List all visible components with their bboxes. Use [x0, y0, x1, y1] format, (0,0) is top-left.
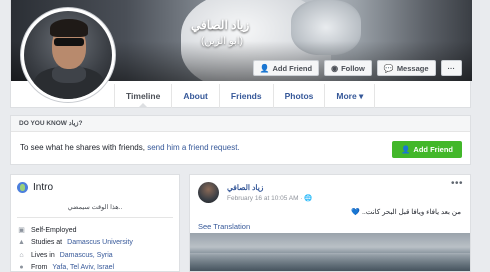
intro-item-lives: ⌂ Lives in Damascus, Syria: [17, 249, 133, 262]
do-you-know-prefix: To see what he shares with friends,: [20, 143, 148, 152]
intro-item-text: Studies at: [31, 239, 63, 247]
intro-item-link[interactable]: Damascus University: [67, 239, 133, 246]
intro-title-text: Intro: [33, 182, 54, 193]
intro-item-text: Lives in: [31, 251, 55, 259]
add-friend-icon: 👤: [259, 63, 270, 73]
more-options-button[interactable]: ···: [440, 60, 462, 76]
post-card: زياد الصافي February 16 at 10:05 AM · 🌐 …: [189, 174, 471, 272]
avatar-hair: [50, 19, 88, 37]
message-button[interactable]: 💬 Message: [376, 60, 436, 76]
post-author-avatar[interactable]: [198, 182, 219, 203]
rss-icon: ◉: [331, 63, 339, 73]
intro-bio: هذا الوقت سيمضي..: [67, 204, 123, 211]
avatar: [24, 11, 112, 99]
intro-title: Intro: [17, 182, 53, 193]
avatar-glasses: [54, 38, 84, 46]
do-you-know-card: DO YOU KNOW زياد? To see what he shares …: [10, 115, 471, 165]
profile-picture[interactable]: [20, 7, 116, 103]
add-friend-green-label: Add Friend: [413, 145, 453, 154]
profile-name[interactable]: زياد الصافي: [191, 18, 249, 32]
add-friend-label: Add Friend: [272, 63, 313, 73]
tab-timeline[interactable]: Timeline: [114, 84, 173, 108]
tab-about[interactable]: About: [172, 84, 220, 108]
add-friend-green-button[interactable]: 👤 Add Friend: [392, 141, 462, 158]
do-you-know-text: To see what he shares with friends, send…: [20, 143, 240, 152]
intro-item-text: From: [31, 264, 48, 272]
tab-photos[interactable]: Photos: [274, 84, 326, 108]
add-friend-icon: 👤: [401, 145, 411, 154]
intro-item-work: ▣ Self-Employed: [17, 224, 133, 237]
post-text: من بعد يافاء ويافا قبل البحر كانت.. 💙: [351, 209, 461, 216]
tab-more[interactable]: More ▾: [325, 84, 376, 108]
home-icon: ⌂: [19, 251, 24, 259]
intro-item-education: ▲ Studies at Damascus University: [17, 237, 133, 250]
messenger-icon: 💬: [383, 63, 394, 73]
tab-friends[interactable]: Friends: [220, 84, 274, 108]
profile-header: زياد الصافي (ابو الزين) 👤 Add Friend ◉ F…: [10, 0, 472, 108]
see-translation-link[interactable]: See Translation: [198, 222, 250, 231]
add-friend-button[interactable]: 👤 Add Friend: [252, 60, 320, 76]
post-meta: February 16 at 10:05 AM · 🌐: [227, 194, 312, 202]
message-label: Message: [396, 63, 429, 73]
intro-item-text: Self-Employed: [31, 226, 77, 234]
post-timestamp[interactable]: February 16 at 10:05 AM: [227, 195, 299, 202]
post-author-name[interactable]: زياد الصافي: [227, 183, 263, 192]
globe-icon: 🌐: [304, 195, 313, 202]
globe-icon: [17, 182, 28, 193]
follow-button[interactable]: ◉ Follow: [324, 60, 372, 76]
do-you-know-header: DO YOU KNOW زياد?: [11, 116, 470, 132]
intro-item-link[interactable]: Damascus, Syria: [60, 252, 113, 259]
profile-alternate-name: (ابو الزين): [201, 36, 243, 47]
intro-item-link[interactable]: Yafa, Tel Aviv, Israel: [52, 264, 114, 271]
intro-item-from: ● From Yafa, Tel Aviv, Israel: [17, 262, 133, 272]
privacy-separator: ·: [300, 195, 303, 202]
post-photo-sea: [190, 253, 470, 271]
school-icon: ▲: [18, 239, 25, 247]
intro-card: Intro هذا الوقت سيمضي.. ▣ Self-Employed …: [10, 174, 180, 272]
post-photo[interactable]: [190, 233, 470, 271]
profile-actions: 👤 Add Friend ◉ Follow 💬 Message ···: [252, 60, 462, 76]
follow-label: Follow: [341, 63, 365, 73]
divider: [17, 217, 173, 218]
post-options-button[interactable]: •••: [451, 178, 463, 189]
friend-request-link[interactable]: send him a friend request.: [147, 143, 240, 152]
briefcase-icon: ▣: [18, 227, 25, 235]
intro-list: ▣ Self-Employed ▲ Studies at Damascus Un…: [17, 224, 133, 272]
more-options-label: ···: [447, 63, 456, 73]
location-icon: ●: [19, 264, 24, 272]
profile-tabs: Timeline About Friends Photos More ▾: [114, 84, 376, 108]
